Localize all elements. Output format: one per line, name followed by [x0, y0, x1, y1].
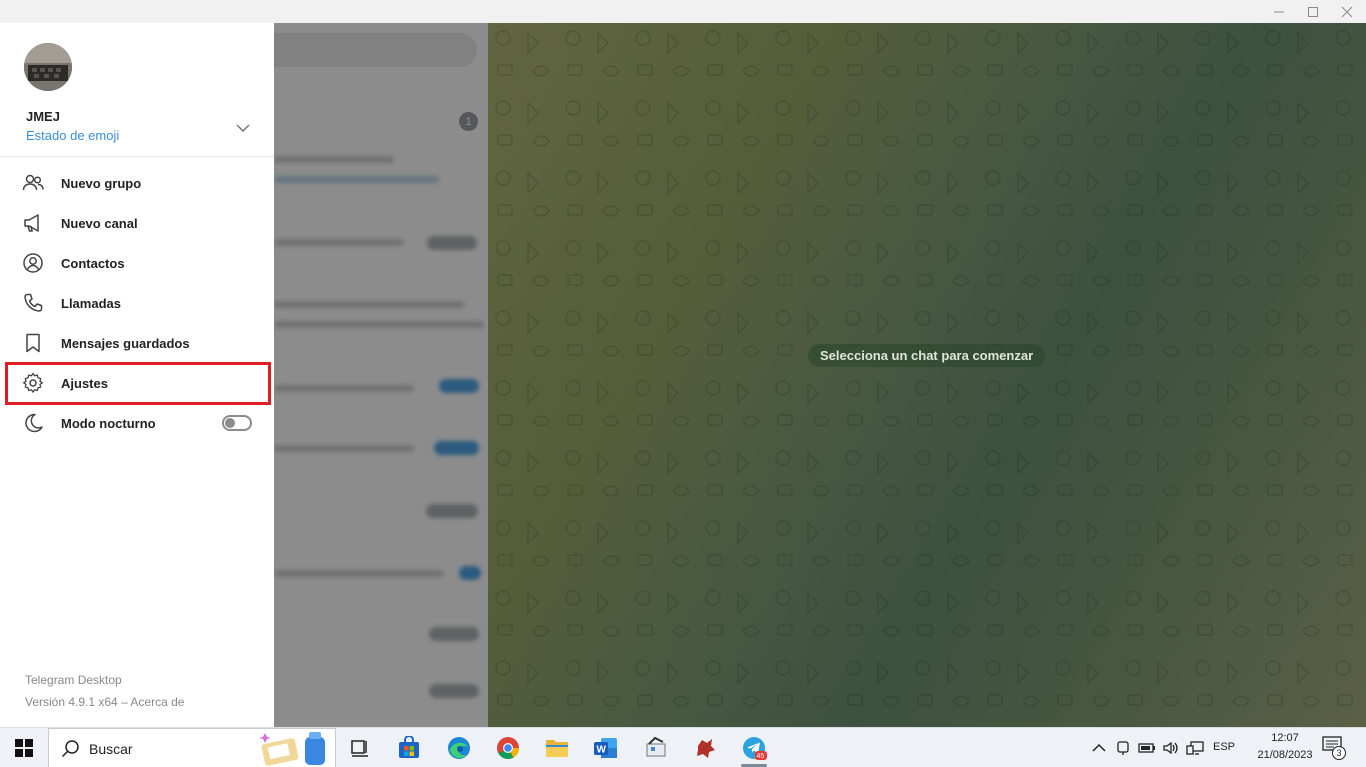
user-name: JMEJ [26, 109, 60, 124]
window-titlebar [0, 0, 1366, 23]
svg-text:W: W [597, 745, 607, 756]
taskbar-app-telegram[interactable]: 45 [731, 728, 777, 767]
taskbar: Buscar W 45 ESP 12:07 21/08/2023 3 [0, 727, 1366, 767]
chevron-up-icon [1092, 743, 1106, 752]
taskbar-app-8[interactable] [682, 728, 728, 767]
app-icon [646, 736, 666, 757]
menu-item-label: Mensajes guardados [61, 335, 190, 351]
notification-center-button[interactable]: 3 [1322, 736, 1350, 760]
taskbar-search-input[interactable]: Buscar [48, 728, 336, 767]
clock-time[interactable]: 12:07 [1262, 732, 1308, 744]
toggle-knob [225, 418, 235, 428]
input-language-button[interactable]: ESP [1213, 741, 1235, 753]
side-menu: JMEJ Estado de emoji Nuevo grupo Nuevo c… [0, 23, 274, 727]
app-icon [697, 739, 715, 758]
menu-item-label: Modo nocturno [61, 415, 156, 431]
group-icon [22, 172, 44, 194]
telegram-icon: 45 [743, 737, 767, 760]
minimize-button[interactable] [1262, 0, 1296, 23]
telegram-badge: 45 [757, 753, 765, 760]
close-icon [1341, 6, 1353, 17]
chrome-icon [497, 737, 519, 759]
menu-item-saved-messages[interactable]: Mensajes guardados [0, 323, 274, 363]
search-placeholder: Buscar [89, 741, 133, 757]
menu-item-label: Nuevo grupo [61, 175, 142, 191]
settings-highlight-box [5, 362, 271, 405]
taskbar-app-7[interactable] [633, 728, 679, 767]
taskbar-app-edge[interactable] [436, 728, 482, 767]
search-icon [61, 740, 79, 758]
network-button[interactable] [1185, 738, 1205, 758]
app-version-link[interactable]: Versión 4.9.1 x64 – Acerca de [25, 695, 184, 709]
taskbar-app-explorer[interactable] [534, 728, 580, 767]
task-view-icon [351, 740, 368, 757]
notification-count: 3 [1332, 746, 1346, 760]
maximize-button[interactable] [1296, 0, 1330, 23]
menu-item-calls[interactable]: Llamadas [0, 283, 274, 323]
menu-item-label: Llamadas [61, 295, 121, 311]
device-icon [1117, 741, 1129, 755]
menu-overlay[interactable] [274, 23, 1366, 727]
moon-icon [22, 412, 44, 434]
clock-date[interactable]: 21/08/2023 [1248, 749, 1322, 761]
taskbar-app-store[interactable] [386, 728, 432, 767]
divider [0, 156, 274, 157]
menu-item-contacts[interactable]: Contactos [0, 243, 274, 283]
start-button[interactable] [0, 728, 48, 767]
phone-icon [22, 292, 44, 314]
word-icon: W [594, 738, 617, 758]
close-button[interactable] [1330, 0, 1364, 23]
menu-item-label: Contactos [61, 255, 125, 271]
bookmark-icon [22, 332, 44, 354]
tray-device-icon[interactable] [1113, 738, 1133, 758]
contact-icon [22, 252, 44, 274]
task-view-button[interactable] [337, 728, 383, 767]
avatar[interactable] [24, 43, 72, 91]
network-icon [1186, 741, 1204, 755]
volume-button[interactable] [1161, 738, 1181, 758]
app-name: Telegram Desktop [25, 673, 122, 687]
menu-item-new-channel[interactable]: Nuevo canal [0, 203, 274, 243]
menu-item-new-group[interactable]: Nuevo grupo [0, 163, 274, 203]
search-highlight-illustration [259, 732, 325, 766]
edge-icon [448, 737, 470, 759]
maximize-icon [1308, 6, 1318, 17]
volume-icon [1163, 741, 1178, 755]
store-icon [399, 736, 419, 758]
minimize-icon [1274, 11, 1284, 12]
taskbar-app-word[interactable]: W [583, 728, 629, 767]
folder-icon [546, 740, 568, 757]
taskbar-app-chrome[interactable] [485, 728, 531, 767]
battery-button[interactable] [1137, 738, 1157, 758]
menu-item-label: Nuevo canal [61, 215, 138, 231]
select-chat-hint: Selecciona un chat para comenzar [808, 344, 1046, 367]
show-hidden-icons-button[interactable] [1089, 738, 1109, 758]
battery-icon [1138, 743, 1155, 753]
windows-icon [15, 739, 33, 757]
chevron-down-icon [236, 124, 250, 132]
megaphone-icon [22, 212, 44, 234]
emoji-status-link[interactable]: Estado de emoji [26, 128, 119, 143]
accounts-toggle-button[interactable] [232, 117, 254, 139]
night-mode-toggle[interactable] [222, 415, 252, 431]
